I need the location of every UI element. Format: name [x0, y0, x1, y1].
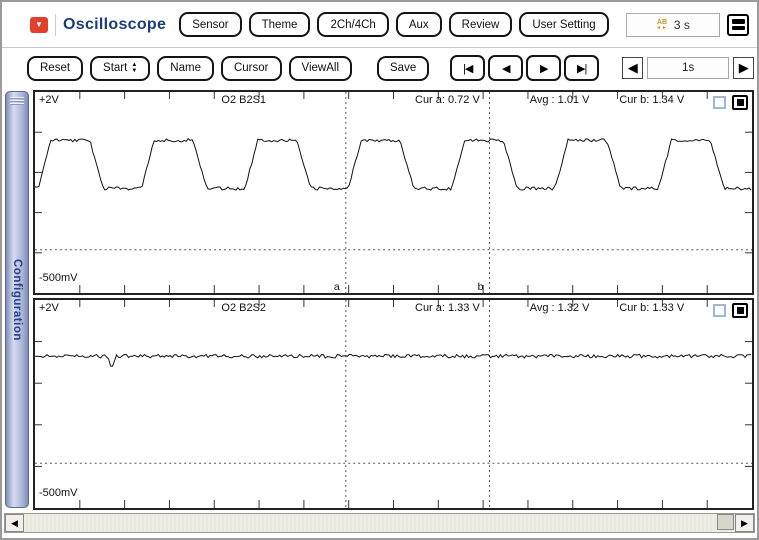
- title-bar: ▼ Oscilloscope Sensor Theme 2Ch/4Ch Aux …: [2, 2, 757, 48]
- aux-button[interactable]: Aux: [396, 12, 442, 37]
- waveform-trace: [35, 354, 751, 366]
- skip-end-icon: ▶|: [577, 62, 586, 75]
- step-forward-button[interactable]: ▶: [526, 55, 561, 81]
- grip-lines: [10, 97, 24, 106]
- avg-readout: Avg : 1.01 V: [530, 94, 590, 106]
- scrollbar-track[interactable]: [24, 514, 735, 532]
- cursor-button[interactable]: Cursor: [221, 56, 282, 81]
- avg-readout: Avg : 1.32 V: [530, 302, 590, 314]
- scroll-right-button[interactable]: ▶: [735, 514, 754, 532]
- channel-name-label: O2 B2S2: [221, 302, 266, 314]
- solid-square-icon: [737, 307, 744, 314]
- waveform-plot-ch1[interactable]: [35, 92, 752, 293]
- skip-end-button[interactable]: ▶|: [564, 55, 599, 81]
- page-left-icon: ◀: [628, 60, 638, 76]
- page-right-button[interactable]: ▶: [733, 57, 754, 79]
- channel-checkbox[interactable]: [713, 96, 726, 109]
- scale-bottom-label: -500mV: [39, 487, 78, 499]
- app-title: Oscilloscope: [63, 16, 166, 34]
- configuration-tab-label: Configuration: [11, 259, 23, 341]
- review-button[interactable]: Review: [449, 12, 513, 37]
- dropdown-arrow-icon: ▼: [35, 21, 43, 29]
- page-left-button[interactable]: ◀: [622, 57, 643, 79]
- updown-spinner-icon[interactable]: ▲ ▼: [131, 62, 137, 74]
- step-back-button[interactable]: ◀: [488, 55, 523, 81]
- channel-mode-button[interactable]: 2Ch/4Ch: [317, 12, 388, 37]
- oscilloscope-window: ▼ Oscilloscope Sensor Theme 2Ch/4Ch Aux …: [0, 0, 759, 540]
- theme-button[interactable]: Theme: [249, 12, 311, 37]
- menu-icon: [732, 19, 745, 24]
- menu-icon: [732, 26, 745, 31]
- cursor-a-label: a: [334, 281, 340, 293]
- app-menu-button[interactable]: ▼: [30, 17, 48, 33]
- cursor-b-readout: Cur b: 1.33 V: [619, 302, 684, 314]
- channel-1-panel: +2V O2 B2S1 Cur a: 0.72 V Avg : 1.01 V C…: [33, 90, 754, 295]
- channel-name-label: O2 B2S1: [221, 94, 266, 106]
- scroll-left-button[interactable]: ◀: [5, 514, 24, 532]
- skip-start-button[interactable]: |◀: [450, 55, 485, 81]
- step-forward-icon: ▶: [540, 62, 547, 75]
- user-setting-button[interactable]: User Setting: [519, 12, 608, 37]
- reset-button[interactable]: Reset: [27, 56, 83, 81]
- horizontal-scrollbar[interactable]: ◀ ▶: [4, 513, 755, 533]
- waveform-plot-ch2[interactable]: [35, 300, 752, 508]
- save-button[interactable]: Save: [377, 56, 429, 81]
- start-button[interactable]: Start ▲ ▼: [90, 56, 150, 81]
- cursor-a-readout: Cur a: 0.72 V: [415, 94, 480, 106]
- divider: [55, 14, 56, 36]
- channel-indicator-button[interactable]: [732, 303, 748, 318]
- viewall-button[interactable]: ViewAll: [289, 56, 353, 81]
- cursor-b-label: b: [478, 281, 484, 293]
- configuration-tab[interactable]: Configuration: [5, 91, 29, 508]
- page-right-icon: ▶: [739, 60, 749, 76]
- cursor-ab-time-display[interactable]: AB ◄► 3 s: [626, 13, 721, 37]
- scroll-right-icon: ▶: [741, 518, 748, 529]
- cursor-a-readout: Cur a: 1.33 V: [415, 302, 480, 314]
- scale-top-label: +2V: [39, 302, 59, 314]
- scale-bottom-label: -500mV: [39, 272, 78, 284]
- sensor-button[interactable]: Sensor: [179, 12, 241, 37]
- scrollbar-thumb[interactable]: [717, 514, 734, 530]
- channel-checkbox[interactable]: [713, 304, 726, 317]
- cursor-ab-icon: AB ◄►: [656, 19, 668, 31]
- name-button[interactable]: Name: [157, 56, 214, 81]
- solid-square-icon: [737, 99, 744, 106]
- cursor-ab-time-value: 3 s: [674, 18, 690, 32]
- time-page-control: ◀ 1s ▶: [622, 57, 754, 79]
- waveform-trace: [35, 139, 751, 190]
- menu-button[interactable]: [727, 14, 749, 36]
- scroll-left-icon: ◀: [11, 518, 18, 529]
- channel-2-panel: +2V O2 B2S2 Cur a: 1.33 V Avg : 1.32 V C…: [33, 298, 754, 510]
- toolbar: Reset Start ▲ ▼ Name Cursor ViewAll Save…: [2, 48, 757, 88]
- transport-controls: |◀ ◀ ▶ ▶|: [450, 55, 599, 81]
- time-interval-field[interactable]: 1s: [647, 57, 729, 79]
- step-back-icon: ◀: [502, 62, 509, 75]
- channel-indicator-button[interactable]: [732, 95, 748, 110]
- scale-top-label: +2V: [39, 94, 59, 106]
- skip-start-icon: |◀: [463, 62, 472, 75]
- cursor-b-readout: Cur b: 1.34 V: [619, 94, 684, 106]
